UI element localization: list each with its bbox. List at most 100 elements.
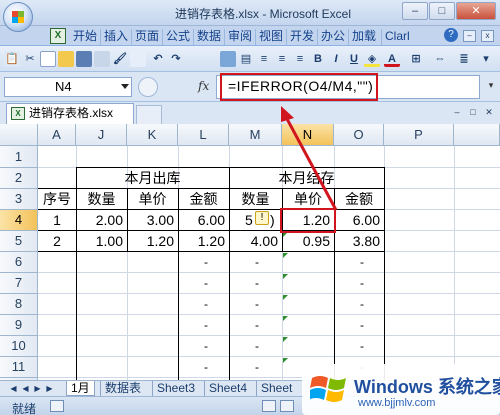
format-painter-icon[interactable]: 🖌 [112, 51, 128, 67]
cell-m9[interactable]: - [229, 318, 259, 332]
cell-a4[interactable]: 1 [38, 210, 76, 230]
font-color-icon[interactable]: A [384, 51, 400, 67]
workbook-close-icon[interactable]: ✕ [482, 105, 496, 119]
tab-insert[interactable]: 插入 [100, 29, 131, 45]
new-icon[interactable] [40, 51, 56, 67]
col-header-m[interactable]: M [229, 124, 282, 146]
expand-formula-icon[interactable]: ▾ [486, 80, 496, 92]
close-button[interactable]: ✕ [456, 2, 496, 20]
sort-icon[interactable] [220, 51, 236, 67]
print-icon[interactable] [94, 51, 110, 67]
ribbon-close-icon[interactable]: x [481, 30, 494, 42]
col-header-j[interactable]: J [76, 124, 127, 146]
underline-icon[interactable]: U [346, 51, 362, 67]
row-header-8[interactable]: 8 [0, 294, 38, 315]
chart-icon[interactable]: ▤ [238, 51, 254, 67]
row-header-11[interactable]: 11 [0, 357, 38, 378]
paste-icon[interactable]: 📋 [4, 51, 20, 67]
formula-bar-handle[interactable] [138, 77, 158, 97]
cell-l10[interactable]: - [178, 339, 208, 353]
cell-m11[interactable]: - [229, 360, 259, 374]
cell-j5[interactable]: 1.00 [76, 231, 127, 251]
cell-m7[interactable]: - [229, 276, 259, 290]
fx-icon[interactable]: fx [198, 79, 209, 93]
redo-icon[interactable]: ↷ [168, 51, 184, 67]
align-left-icon[interactable]: ≡ [256, 51, 272, 67]
col-header-q[interactable] [454, 124, 500, 146]
cell-m5[interactable]: 4.00 [229, 231, 282, 251]
workbook-restore-icon[interactable]: □ [466, 105, 480, 119]
select-all-corner[interactable] [0, 124, 38, 146]
row-header-5[interactable]: 5 [0, 231, 38, 252]
tab-review[interactable]: 审阅 [224, 29, 255, 45]
cell-l5[interactable]: 1.20 [178, 231, 229, 251]
tab-office[interactable]: 办公 [317, 29, 348, 45]
col-header-o[interactable]: O [334, 124, 384, 146]
sheet-tab-3[interactable]: Sheet3 [152, 381, 199, 396]
row-header-9[interactable]: 9 [0, 315, 38, 336]
tab-clarl[interactable]: Clarl [381, 29, 413, 45]
tab-developer[interactable]: 开发 [286, 29, 317, 45]
cell-o10[interactable]: - [334, 339, 364, 353]
col-header-l[interactable]: L [178, 124, 229, 146]
office-button[interactable] [3, 2, 33, 32]
cell-o7[interactable]: - [334, 276, 364, 290]
normal-view-icon[interactable] [262, 400, 276, 412]
cell-k5[interactable]: 1.20 [127, 231, 178, 251]
cell-l4[interactable]: 6.00 [178, 210, 229, 230]
cell-o9[interactable]: - [334, 318, 364, 332]
cell-o5[interactable]: 3.80 [334, 231, 384, 251]
bold-icon[interactable]: B [310, 51, 326, 67]
new-workbook-tab[interactable] [136, 105, 162, 124]
col-header-k[interactable]: K [127, 124, 178, 146]
cell-l7[interactable]: - [178, 276, 208, 290]
tab-formulas[interactable]: 公式 [162, 29, 193, 45]
merge-icon[interactable]: ⇔ [432, 51, 448, 67]
error-warning-icon[interactable]: ! [255, 211, 269, 225]
cell-l8[interactable]: - [178, 297, 208, 311]
sheet-tab-2[interactable]: 数据表 [100, 381, 145, 396]
tab-view[interactable]: 视图 [255, 29, 286, 45]
copy-icon[interactable] [130, 51, 146, 67]
row-header-2[interactable]: 2 [0, 168, 38, 189]
open-icon[interactable] [58, 51, 74, 67]
sheet-tab-5[interactable]: Sheet [256, 381, 296, 396]
tab-page[interactable]: 页面 [131, 29, 162, 45]
chevron-down-icon[interactable] [121, 84, 129, 89]
save-icon[interactable] [76, 51, 92, 67]
row-header-7[interactable]: 7 [0, 273, 38, 294]
cell-m8[interactable]: - [229, 297, 259, 311]
sheet-tab-4[interactable]: Sheet4 [204, 381, 251, 396]
align-center-icon[interactable]: ≡ [274, 51, 290, 67]
row-header-3[interactable]: 3 [0, 189, 38, 210]
tab-data[interactable]: 数据 [193, 29, 224, 45]
col-header-a[interactable]: A [38, 124, 76, 146]
cell-m10[interactable]: - [229, 339, 259, 353]
cell-l11[interactable]: - [178, 360, 208, 374]
cut-icon[interactable]: ✂ [22, 51, 38, 67]
cell-o4[interactable]: 6.00 [334, 210, 384, 230]
wrap-icon[interactable]: ≣ [456, 51, 472, 67]
first-sheet-icon[interactable]: ◀ [8, 383, 19, 395]
cell-j4[interactable]: 2.00 [76, 210, 127, 230]
fill-color-icon[interactable]: ◈ [364, 51, 380, 67]
cell-k4[interactable]: 3.00 [127, 210, 178, 230]
cell-o8[interactable]: - [334, 297, 364, 311]
col-header-p[interactable]: P [384, 124, 454, 146]
undo-icon[interactable]: ↶ [150, 51, 166, 67]
borders-icon[interactable]: ⊞ [408, 51, 424, 67]
help-icon[interactable]: ? [444, 28, 458, 42]
last-sheet-icon[interactable]: ▶ [44, 383, 55, 395]
cell-m6[interactable]: - [229, 255, 259, 269]
tab-home[interactable]: 开始 [70, 29, 100, 45]
more-icon[interactable]: ▾ [478, 51, 494, 67]
cell-l9[interactable]: - [178, 318, 208, 332]
row-header-6[interactable]: 6 [0, 252, 38, 273]
cell-o6[interactable]: - [334, 255, 364, 269]
next-sheet-icon[interactable]: ▶ [32, 383, 43, 395]
row-header-1[interactable]: 1 [0, 146, 38, 168]
cell-n5[interactable]: 0.95 [282, 231, 334, 251]
restore-button[interactable]: □ [429, 2, 455, 20]
row-header-4[interactable]: 4 [0, 210, 38, 231]
prev-sheet-icon[interactable]: ◀ [20, 383, 31, 395]
